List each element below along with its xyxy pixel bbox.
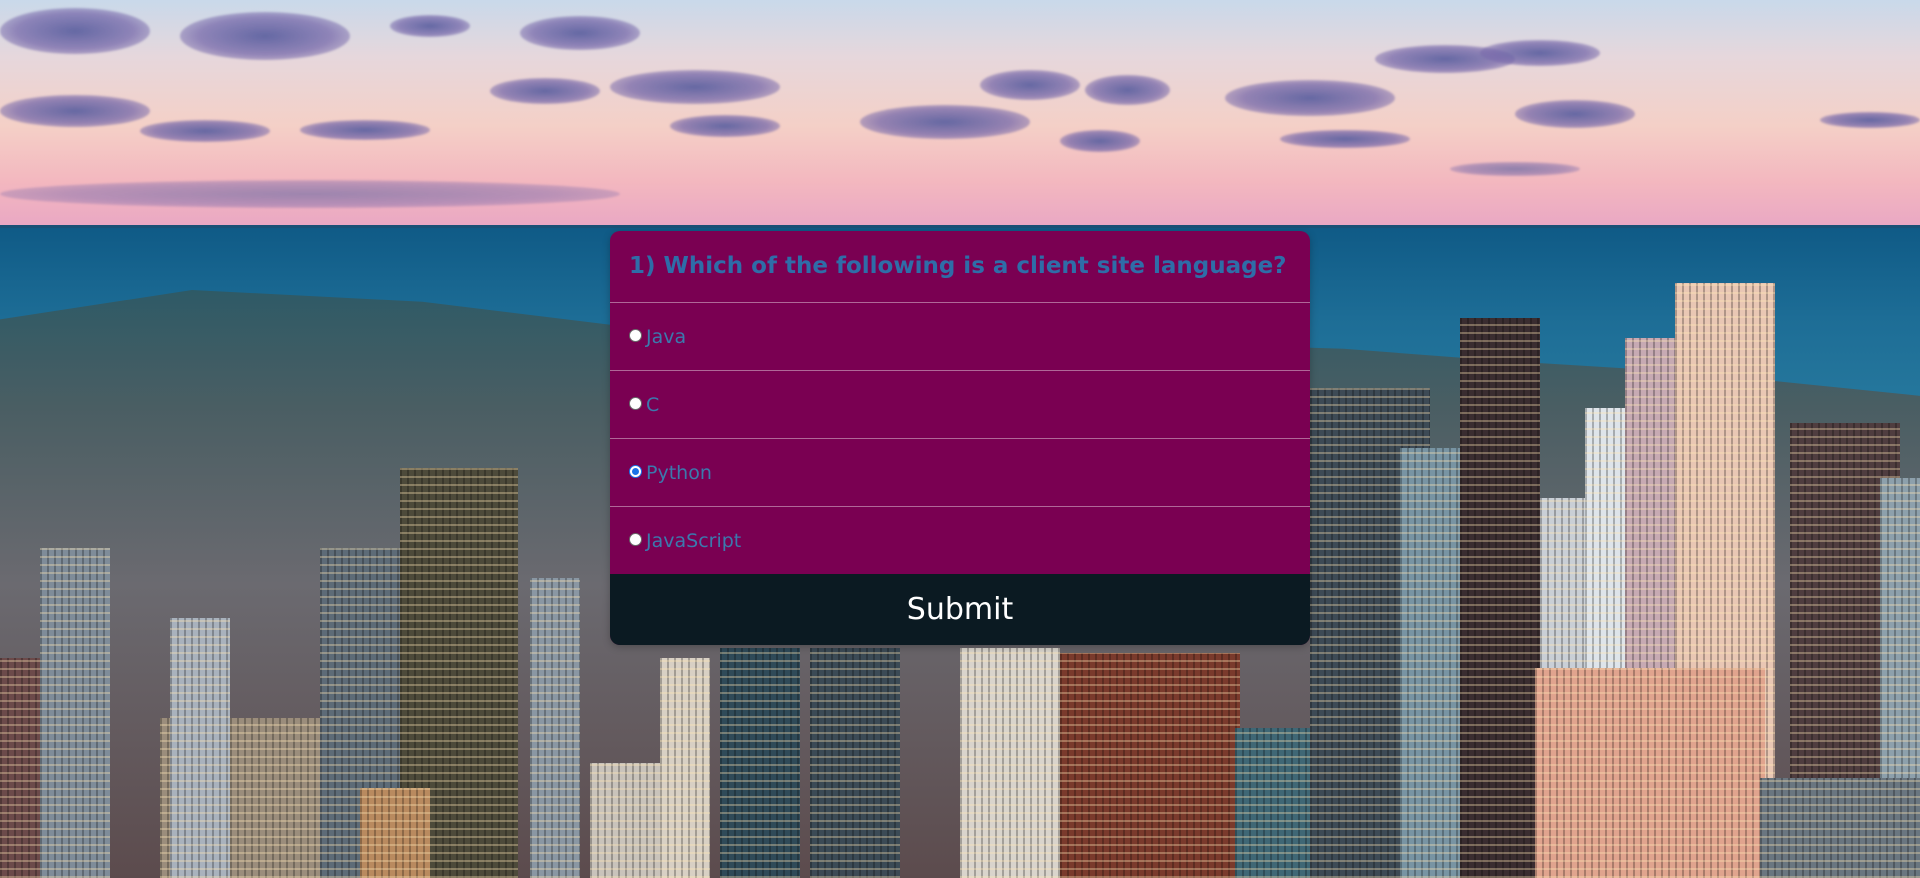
radio-button-javascript[interactable] <box>629 532 642 546</box>
building <box>960 648 1060 878</box>
cloud <box>1085 75 1170 105</box>
cloud <box>860 105 1030 139</box>
background-scene: 1) Which of the following is a client si… <box>0 0 1920 878</box>
option-label: C <box>646 393 660 416</box>
cloud <box>670 115 780 137</box>
cloud <box>1225 80 1395 116</box>
building <box>1760 778 1920 878</box>
building <box>1535 668 1765 878</box>
radio-button-c[interactable] <box>629 396 642 410</box>
submit-button[interactable]: Submit <box>610 574 1310 645</box>
building <box>530 578 580 878</box>
option-python[interactable]: Python <box>610 439 1310 507</box>
building <box>360 788 430 878</box>
option-c[interactable]: C <box>610 371 1310 439</box>
cloud <box>610 70 780 104</box>
building <box>720 648 800 878</box>
building <box>1060 653 1240 878</box>
cloud <box>0 180 620 208</box>
building <box>810 648 900 878</box>
cloud <box>0 8 150 54</box>
cloud <box>390 15 470 37</box>
radio-button-java[interactable] <box>629 328 642 342</box>
cloud <box>1820 112 1920 128</box>
cloud <box>490 78 600 104</box>
radio-button-python[interactable] <box>629 464 642 478</box>
option-javascript[interactable]: JavaScript <box>610 507 1310 574</box>
cloud <box>1280 130 1410 148</box>
question-title: 1) Which of the following is a client si… <box>610 231 1310 303</box>
building <box>170 618 230 878</box>
option-label: JavaScript <box>646 529 742 552</box>
building <box>660 658 710 878</box>
cloud <box>520 16 640 50</box>
cloud <box>0 95 150 127</box>
cloud <box>180 12 350 60</box>
option-java[interactable]: Java <box>610 303 1310 371</box>
cloud <box>980 70 1080 100</box>
cloud <box>300 120 430 140</box>
cloud <box>140 120 270 142</box>
cloud <box>1515 100 1635 128</box>
cloud <box>1060 130 1140 152</box>
building <box>1460 318 1540 878</box>
quiz-card: 1) Which of the following is a client si… <box>610 231 1310 645</box>
cloud <box>1480 40 1600 66</box>
option-label: Java <box>646 325 687 348</box>
option-label: Python <box>646 461 712 484</box>
cloud <box>1450 162 1580 176</box>
horizon-line <box>0 225 1920 228</box>
building <box>40 548 110 878</box>
